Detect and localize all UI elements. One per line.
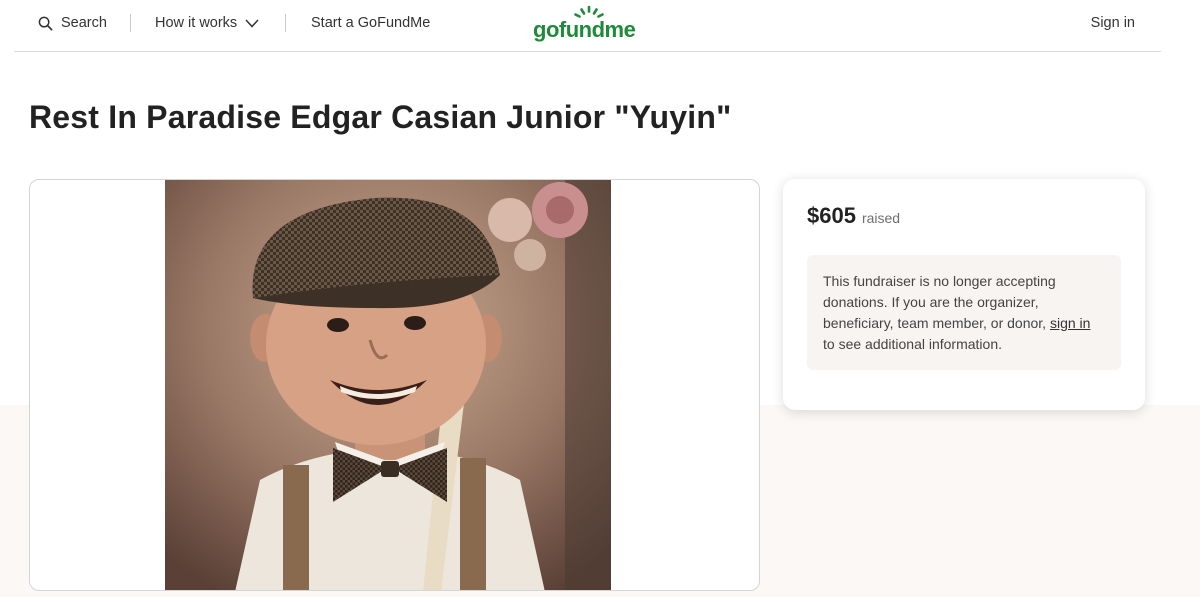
sign-in-notice-link[interactable]: sign in <box>1050 315 1090 331</box>
start-fundraiser-label: Start a GoFundMe <box>311 15 431 31</box>
search-label: Search <box>61 15 107 31</box>
logo-text: gofundme <box>533 17 636 42</box>
start-fundraiser-link[interactable]: Start a GoFundMe <box>311 15 430 31</box>
chevron-down-icon <box>245 18 259 28</box>
fundraiser-photo[interactable] <box>165 180 611 591</box>
donation-card: $605 raised This fundraiser is no longer… <box>783 179 1145 410</box>
top-nav-bar: Search How it works Start a GoFundMe gof… <box>14 0 1161 52</box>
how-it-works-label: How it works <box>155 15 238 31</box>
raised-label: raised <box>861 210 901 226</box>
search-button[interactable]: Search <box>38 15 107 31</box>
raised-amount: $605 <box>807 203 856 228</box>
nav-divider <box>130 14 131 32</box>
how-it-works-menu[interactable]: How it works <box>155 15 259 31</box>
notice-text: This fundraiser is no longer accepting d… <box>823 273 1056 331</box>
nav-divider <box>285 14 286 32</box>
notice-text-end: to see additional information. <box>823 336 1002 352</box>
closed-fundraiser-notice: This fundraiser is no longer accepting d… <box>807 255 1121 370</box>
raised-summary: $605 raised <box>807 203 900 229</box>
sign-in-label: Sign in <box>1090 15 1135 31</box>
sign-in-link[interactable]: Sign in <box>1091 15 1135 31</box>
search-icon <box>38 16 53 30</box>
page-title: Rest In Paradise Edgar Casian Junior "Yu… <box>29 99 732 135</box>
fundraiser-media-card <box>29 179 760 591</box>
gofundme-logo[interactable]: gofundme <box>533 4 641 44</box>
